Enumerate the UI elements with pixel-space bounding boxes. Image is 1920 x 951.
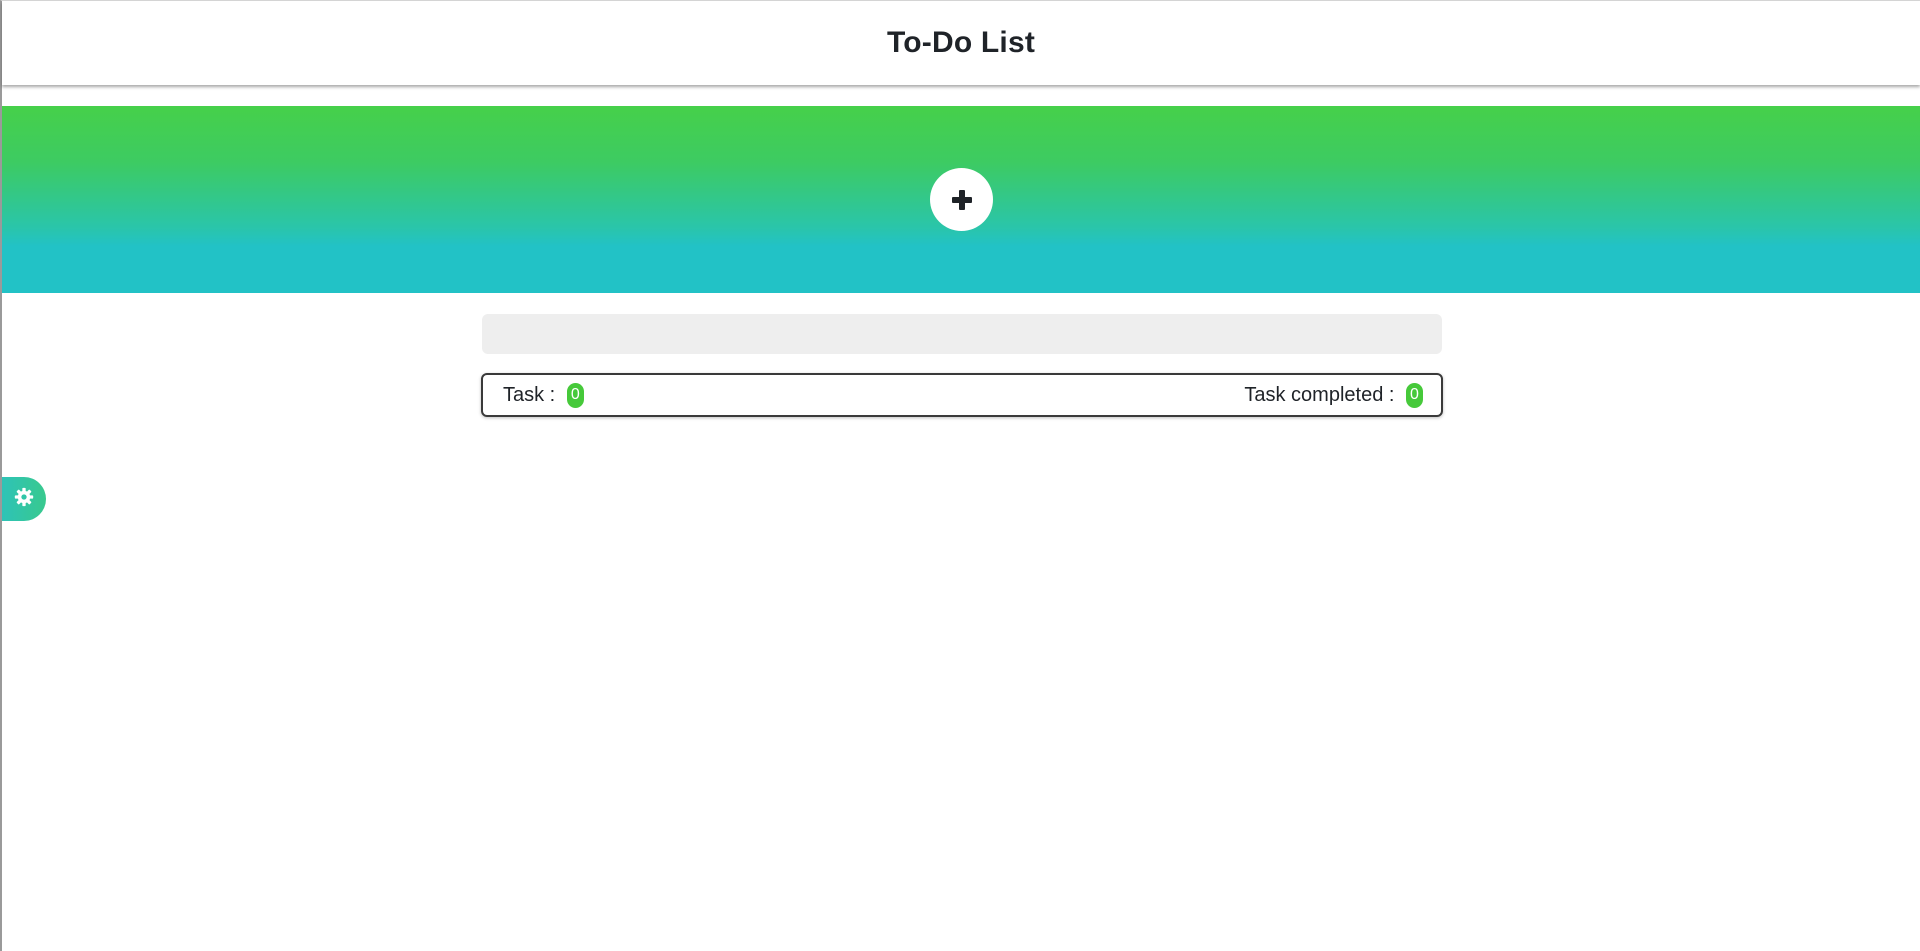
hero-banner xyxy=(2,106,1920,293)
task-count-stat: Task : 0 xyxy=(503,382,584,408)
page: To-Do List Task : 0 Task completed : 0 xyxy=(0,0,1920,951)
plus-icon xyxy=(951,189,973,211)
add-task-button[interactable] xyxy=(930,168,993,231)
task-input[interactable] xyxy=(482,314,1442,354)
task-completed-stat: Task completed : 0 xyxy=(1244,382,1423,408)
page-title: To-Do List xyxy=(886,26,1036,59)
settings-toggle-button[interactable] xyxy=(2,477,46,521)
gear-icon xyxy=(14,487,34,512)
task-completed-label: Task completed : xyxy=(1244,383,1400,406)
app-header: To-Do List xyxy=(2,1,1920,85)
task-count-badge: 0 xyxy=(566,382,584,408)
task-completed-badge: 0 xyxy=(1406,382,1423,408)
task-count-label: Task : xyxy=(503,383,561,406)
task-stats-card: Task : 0 Task completed : 0 xyxy=(481,373,1443,417)
